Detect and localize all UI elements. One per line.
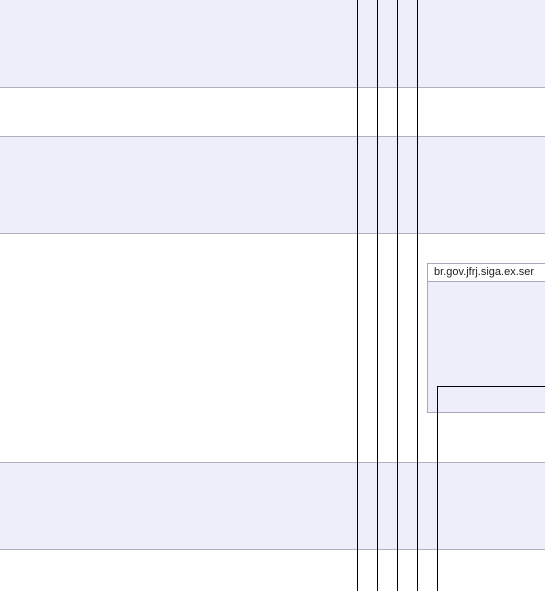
diagram-canvas: br.gov.jfrj.siga.ex.ser	[0, 0, 545, 591]
swimlane-band	[0, 462, 545, 550]
class-box-title: br.gov.jfrj.siga.ex.ser	[428, 264, 545, 282]
lifeline	[377, 0, 378, 591]
swimlane-band	[0, 0, 545, 88]
class-box[interactable]: br.gov.jfrj.siga.ex.ser	[427, 263, 545, 413]
lifeline	[397, 0, 398, 591]
connector-line	[437, 386, 545, 387]
connector-line	[437, 386, 438, 591]
lifeline	[417, 0, 418, 591]
lifeline	[357, 0, 358, 591]
swimlane-band	[0, 136, 545, 234]
